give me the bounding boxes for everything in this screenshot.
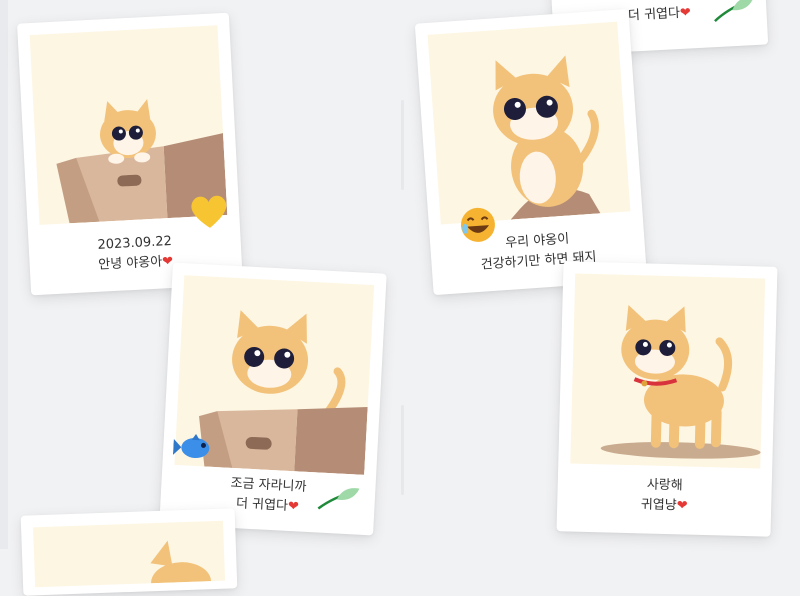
photo-caption-line2: 안녕 야옹아 (97, 254, 163, 273)
fish-sticker (172, 434, 210, 459)
cat-photo (570, 273, 766, 469)
photo-card-3[interactable]: 조금 자라니까 더 귀엽다❤ (159, 262, 387, 536)
cat-standing-illustration (600, 304, 761, 459)
heart-icon: ❤ (679, 5, 692, 21)
heart-icon: ❤ (287, 498, 300, 515)
cat-sitting-illustration (493, 55, 601, 220)
photo-caption-line2: 더 귀엽다 (627, 5, 681, 24)
leaf-sticker (714, 0, 754, 23)
cat-photo (33, 520, 226, 588)
cat-photo (427, 21, 631, 225)
photo-caption-line2: 귀엽냥 (640, 497, 677, 514)
photo-card-bottom-left[interactable] (20, 508, 238, 596)
heart-icon: ❤ (676, 498, 688, 514)
photo-card-2[interactable]: 우리 야옹이 건강하기만 하면 돼지 (414, 8, 648, 296)
yellow-heart-sticker (191, 195, 227, 228)
photo-card-1[interactable]: 2023.09.22 안녕 야옹아❤ (17, 12, 243, 296)
photo-caption-line2: 더 귀엽다 (235, 496, 289, 514)
cat-ear-illustration (150, 540, 212, 588)
column-divider (401, 405, 404, 495)
left-edge-strip (0, 0, 8, 549)
column-divider (401, 100, 404, 190)
photo-card-4[interactable]: 사랑해 귀엽냥❤ (556, 261, 778, 537)
